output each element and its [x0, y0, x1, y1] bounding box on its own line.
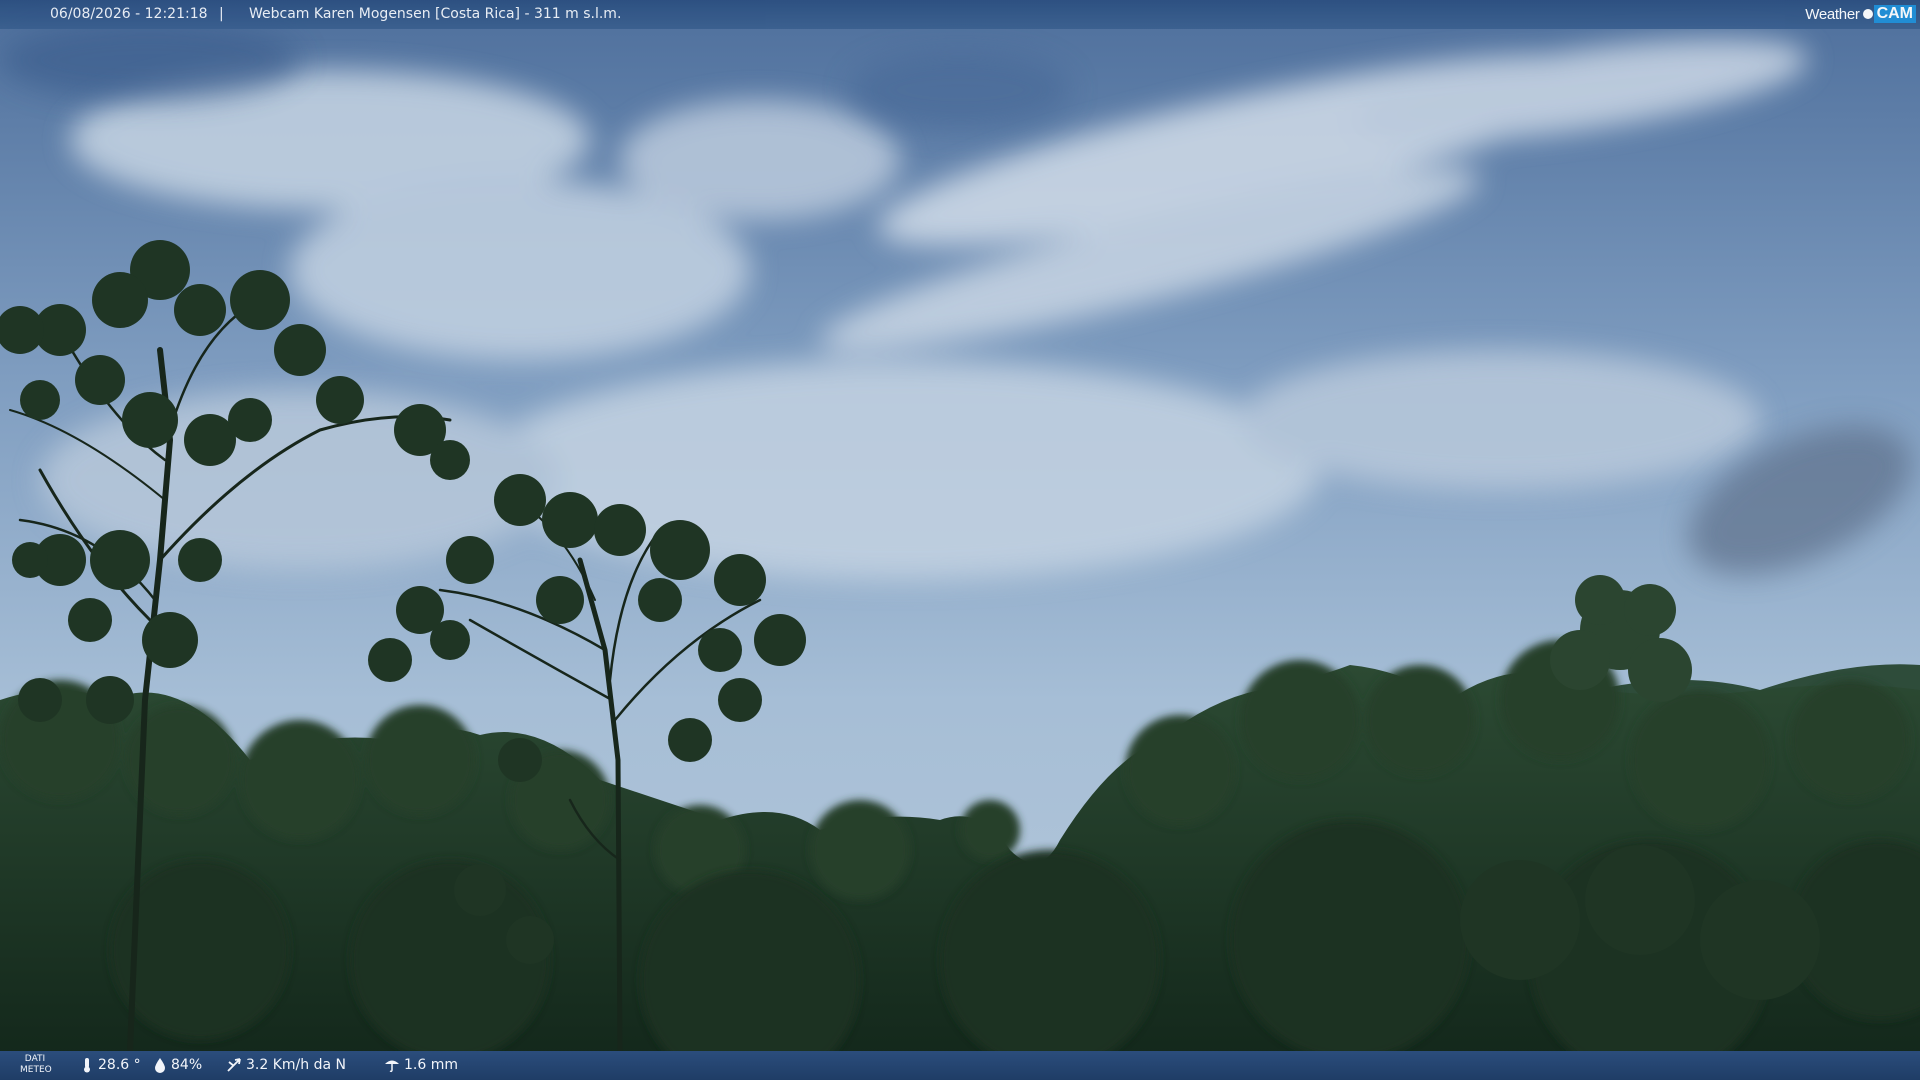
label-line1: DATI — [24, 1054, 46, 1064]
top-overlay-bar: 06/08/2026 - 12:21:18 | Webcam Karen Mog… — [0, 0, 1920, 29]
humidity-value: 84% — [171, 1057, 203, 1073]
wind-item: 3.2 Km/h da N — [226, 1057, 346, 1073]
wind-icon — [227, 1058, 241, 1072]
dati-meteo-label: DATI METEO — [20, 1054, 52, 1076]
brand-weather-text: Weather — [1805, 5, 1860, 23]
weather-data-bar: DATI METEO 28.6 ° 84% 3.2 Km/h da N 1.6 … — [0, 1051, 1920, 1080]
weathercam-logo: Weather CAM — [1805, 3, 1916, 25]
temperature-value: 28.6 ° — [98, 1057, 141, 1073]
thermometer-icon — [84, 1058, 90, 1073]
humidity-item: 84% — [153, 1057, 202, 1073]
temperature-item: 28.6 ° — [80, 1057, 141, 1073]
separator: | — [219, 6, 224, 22]
datetime: 06/08/2026 - 12:21:18 — [50, 6, 208, 22]
rain-item: 1.6 mm — [384, 1057, 458, 1073]
webcam-title: Webcam Karen Mogensen [Costa Rica] - 311… — [249, 6, 622, 22]
brand-dot-icon — [1862, 9, 1873, 19]
rain-value: 1.6 mm — [404, 1057, 458, 1073]
rain-icon — [385, 1060, 399, 1073]
humidity-icon — [155, 1058, 165, 1073]
webcam-image — [0, 0, 1920, 1080]
wind-value: 3.2 Km/h da N — [246, 1057, 346, 1073]
label-line2: METEO — [20, 1065, 52, 1075]
brand-cam-text: CAM — [1873, 5, 1916, 23]
